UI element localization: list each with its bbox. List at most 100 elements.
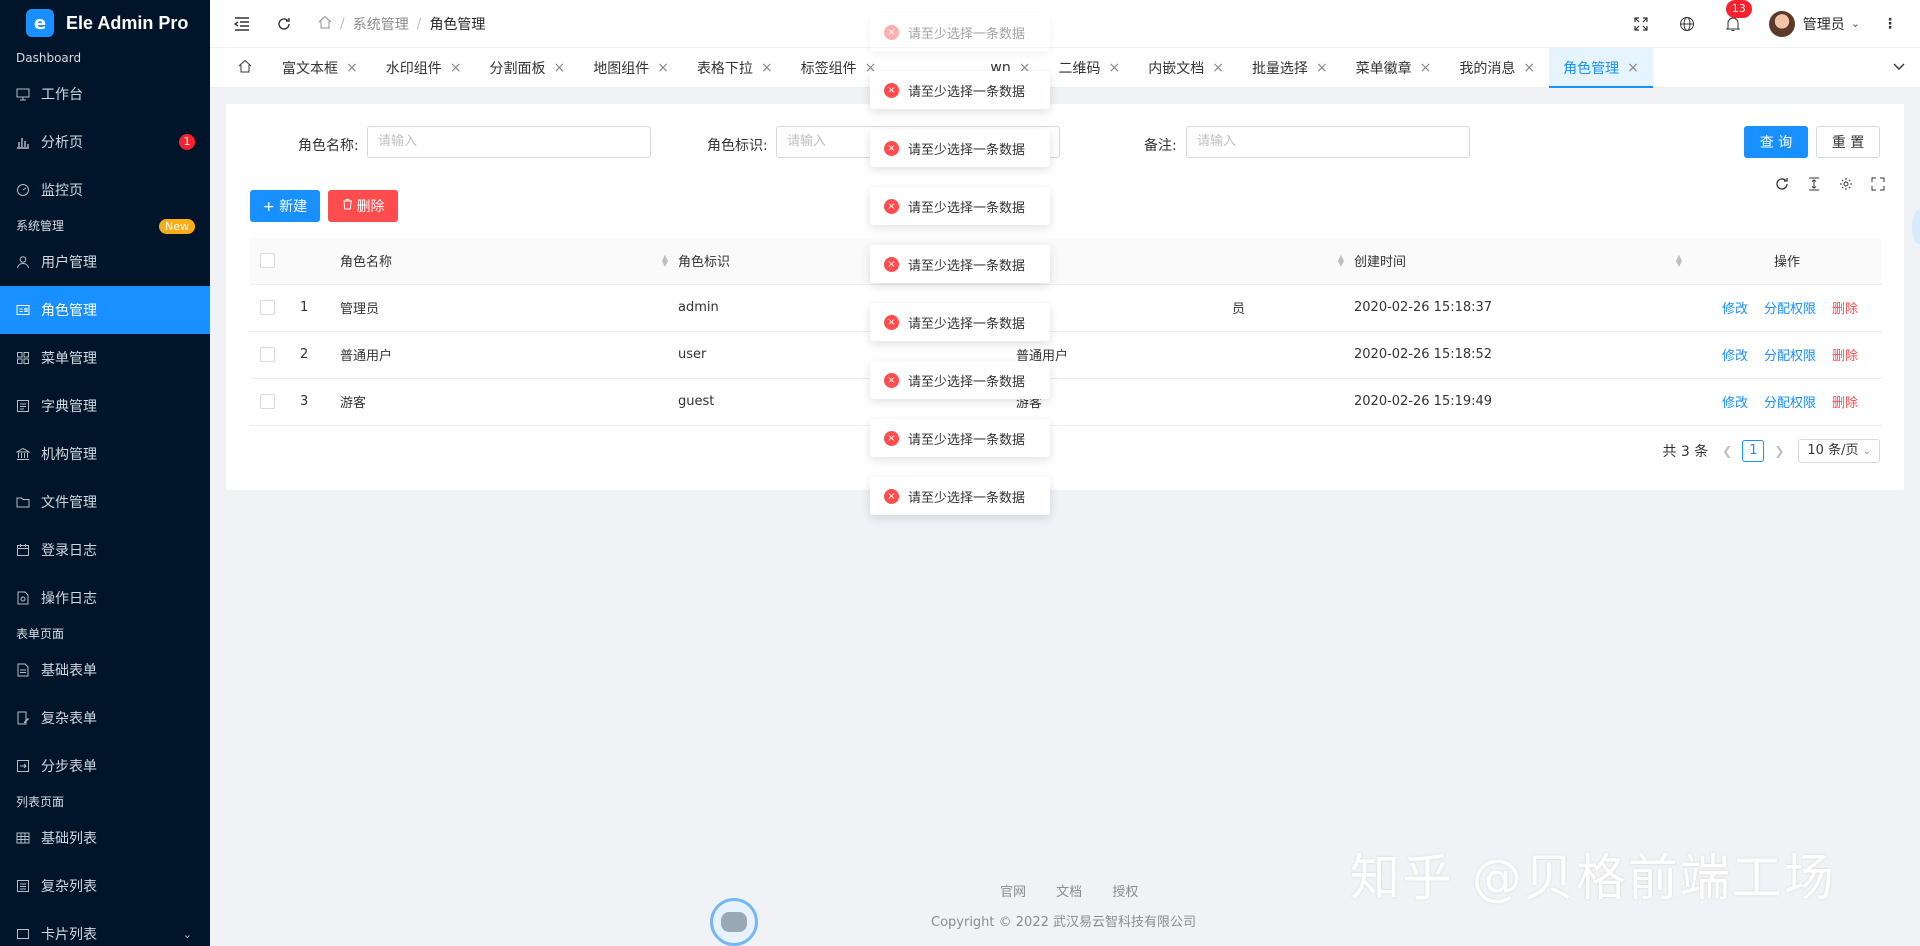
delete-link[interactable]: 删除 (1832, 349, 1858, 364)
edit-link[interactable]: 修改 (1722, 302, 1748, 317)
assign-permission-link[interactable]: 分配权限 (1764, 349, 1816, 364)
settings-icon[interactable] (1838, 176, 1854, 192)
close-icon[interactable]: × (553, 60, 565, 76)
row-checkbox[interactable] (260, 394, 275, 409)
tab-home[interactable] (210, 48, 268, 88)
sort-icon[interactable]: ▲ ▼ (662, 254, 668, 268)
error-toast: × 请至少选择一条数据 (870, 303, 1050, 341)
add-button[interactable]: + 新建 (250, 190, 320, 222)
chevron-right-icon[interactable]: ❯ (1774, 444, 1784, 458)
globe-icon[interactable] (1677, 14, 1697, 34)
footer-link-website[interactable]: 官网 (1000, 885, 1026, 900)
sidebar-item-roles[interactable]: 角色管理 (0, 286, 210, 334)
menu-fold-icon[interactable] (232, 14, 252, 34)
sidebar-item-login-log[interactable]: 登录日志 (0, 526, 210, 574)
page-size-select[interactable]: 10 条/页 ⌄ (1798, 439, 1880, 463)
fullscreen-icon[interactable] (1870, 176, 1886, 192)
reload-icon[interactable] (1774, 176, 1790, 192)
tab-watermark[interactable]: 水印组件 × (372, 48, 476, 88)
sidebar-item-label: 字典管理 (41, 399, 97, 415)
close-icon[interactable]: × (346, 60, 358, 76)
tab-iframe[interactable]: 内嵌文档 × (1134, 48, 1238, 88)
chevron-left-icon[interactable]: ❮ (1722, 444, 1732, 458)
sidebar-item-basic-form[interactable]: 基础表单 (0, 646, 210, 694)
edit-link[interactable]: 修改 (1722, 396, 1748, 411)
breadcrumb-item-system[interactable]: 系统管理 (353, 14, 409, 34)
column-header-name[interactable]: 角色名称 ▲ ▼ (340, 238, 678, 285)
delete-button[interactable]: 删除 (328, 190, 398, 222)
sidebar-item-dictionary[interactable]: 字典管理 (0, 382, 210, 430)
close-icon[interactable]: × (1523, 60, 1535, 76)
column-header-created[interactable]: 创建时间 ▲ ▼ (1354, 238, 1692, 285)
assistant-bot-icon[interactable] (710, 898, 758, 946)
more-vertical-icon[interactable]: ⋮ (1880, 14, 1900, 34)
sidebar-item-card-list[interactable]: 卡片列表 ⌄ (0, 910, 210, 946)
close-icon[interactable]: × (1212, 60, 1224, 76)
select-all-checkbox[interactable] (260, 253, 275, 269)
close-icon[interactable]: × (761, 60, 773, 76)
folder-icon (15, 494, 31, 510)
assign-permission-link[interactable]: 分配权限 (1764, 302, 1816, 317)
logo-icon: e (26, 9, 54, 37)
tab-rich-text[interactable]: 富文本框 × (268, 48, 372, 88)
column-height-icon[interactable] (1806, 176, 1822, 192)
sidebar-item-users[interactable]: 用户管理 (0, 238, 210, 286)
tab-split-panel[interactable]: 分割面板 × (475, 48, 579, 88)
floating-handle[interactable] (1912, 210, 1920, 244)
sidebar-item-complex-form[interactable]: 复杂表单 (0, 694, 210, 742)
page-number-current[interactable]: 1 (1742, 440, 1765, 462)
sidebar-item-label: 基础列表 (41, 831, 97, 847)
tab-batch-select[interactable]: 批量选择 × (1238, 48, 1342, 88)
chevron-down-icon[interactable] (1892, 59, 1906, 77)
sidebar-item-organization[interactable]: 机构管理 (0, 430, 210, 478)
row-checkbox[interactable] (260, 300, 275, 315)
query-button[interactable]: 查 询 (1744, 126, 1808, 158)
sidebar-item-complex-list[interactable]: 复杂列表 (0, 862, 210, 910)
footer-link-license[interactable]: 授权 (1112, 885, 1138, 900)
chevron-down-icon[interactable]: ⌄ (1851, 17, 1860, 30)
edit-link[interactable]: 修改 (1722, 349, 1748, 364)
tab-roles[interactable]: 角色管理 × (1549, 47, 1653, 88)
close-icon[interactable]: × (657, 60, 669, 76)
reset-button[interactable]: 重 置 (1816, 126, 1880, 158)
footer-link-docs[interactable]: 文档 (1056, 885, 1082, 900)
close-icon[interactable]: × (1108, 60, 1120, 76)
sidebar-item-files[interactable]: 文件管理 (0, 478, 210, 526)
note-input[interactable]: 请输入 (1186, 126, 1470, 158)
tab-qrcode[interactable]: 二维码 × (1044, 48, 1134, 88)
fullscreen-icon[interactable] (1631, 14, 1651, 34)
user-name[interactable]: 管理员 (1803, 14, 1845, 34)
tab-menu-badge[interactable]: 菜单徽章 × (1342, 48, 1446, 88)
role-name-input[interactable]: 请输入 (367, 126, 651, 158)
reload-icon[interactable] (274, 14, 294, 34)
sidebar-item-analysis[interactable]: 分析页 1 (0, 118, 210, 166)
sort-icon[interactable]: ▲ ▼ (1338, 254, 1344, 268)
app-logo[interactable]: e Ele Admin Pro (0, 0, 210, 46)
tab-label: 分割面板 (489, 60, 546, 77)
tab-label: 水印组件 (385, 60, 442, 77)
tab-table-select[interactable]: 表格下拉 × (683, 48, 787, 88)
sidebar-item-workbench[interactable]: 工作台 (0, 70, 210, 118)
close-icon[interactable]: × (1627, 60, 1639, 76)
close-icon[interactable]: × (1316, 60, 1328, 76)
toast-message: 请至少选择一条数据 (908, 490, 1026, 506)
sidebar-item-monitor[interactable]: 监控页 (0, 166, 210, 214)
close-circle-icon: × (884, 198, 899, 214)
close-icon[interactable]: × (450, 60, 462, 76)
sidebar-item-menus[interactable]: 菜单管理 (0, 334, 210, 382)
avatar[interactable] (1768, 10, 1795, 37)
row-checkbox[interactable] (260, 347, 275, 362)
assign-permission-link[interactable]: 分配权限 (1764, 396, 1816, 411)
delete-link[interactable]: 删除 (1832, 396, 1858, 411)
sidebar-item-basic-list[interactable]: 基础列表 (0, 814, 210, 862)
delete-link[interactable]: 删除 (1832, 302, 1858, 317)
sort-icon[interactable]: ▲ ▼ (1676, 254, 1682, 268)
home-icon[interactable] (318, 15, 332, 33)
sidebar-item-step-form[interactable]: 分步表单 (0, 742, 210, 790)
tab-messages[interactable]: 我的消息 × (1445, 48, 1549, 88)
sidebar-item-operation-log[interactable]: 操作日志 (0, 574, 210, 622)
tab-map[interactable]: 地图组件 × (579, 48, 683, 88)
bell-icon[interactable]: 13 (1723, 0, 1752, 34)
column-header-note[interactable]: 备注▲▼ (1016, 238, 1354, 285)
close-icon[interactable]: × (1420, 60, 1432, 76)
